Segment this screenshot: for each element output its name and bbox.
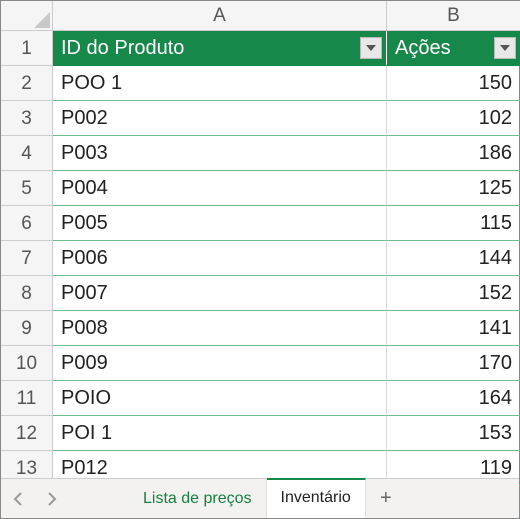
cell-id[interactable]: P002 [53,101,387,136]
cell-id[interactable]: P005 [53,206,387,241]
tab-nav-next[interactable] [35,479,69,518]
column-header-A[interactable]: A [53,1,387,31]
cell-val[interactable]: 152 [387,276,520,311]
tab-spacer [69,479,129,518]
filter-button-id[interactable] [360,37,382,59]
row-header[interactable]: 1 [1,31,53,66]
cell-id[interactable]: P009 [53,346,387,381]
cell-id[interactable]: P007 [53,276,387,311]
chevron-right-icon [47,492,57,506]
sheet-tab-inventario[interactable]: Inventário [267,478,366,518]
cell-id[interactable]: POIO [53,381,387,416]
row-header[interactable]: 12 [1,416,53,451]
cell-val[interactable]: 186 [387,136,520,171]
chevron-down-icon [366,45,376,51]
row-header[interactable]: 6 [1,206,53,241]
sheet-tab-bar: Lista de preços Inventário + [1,478,519,518]
cell-val[interactable]: 153 [387,416,520,451]
row-header[interactable]: 7 [1,241,53,276]
filter-button-acoes[interactable] [494,37,516,59]
column-header-B[interactable]: B [387,1,520,31]
table-header-acoes[interactable]: Ações [387,31,520,66]
select-all-corner[interactable] [1,1,53,31]
cell-val[interactable]: 125 [387,171,520,206]
cell-id[interactable]: P004 [53,171,387,206]
cell-id[interactable]: P006 [53,241,387,276]
cell-id[interactable]: P008 [53,311,387,346]
row-header[interactable]: 8 [1,276,53,311]
cell-id[interactable]: P003 [53,136,387,171]
cell-val[interactable]: 164 [387,381,520,416]
table-header-id[interactable]: ID do Produto [53,31,387,66]
cell-id[interactable]: POO 1 [53,66,387,101]
cell-val[interactable]: 102 [387,101,520,136]
row-header[interactable]: 5 [1,171,53,206]
row-header[interactable]: 9 [1,311,53,346]
table-header-id-label: ID do Produto [61,37,184,59]
row-header[interactable]: 2 [1,66,53,101]
cell-id[interactable]: POI 1 [53,416,387,451]
chevron-down-icon [500,45,510,51]
cell-val[interactable]: 170 [387,346,520,381]
spreadsheet-grid: A B 1 ID do Produto Ações 2 POO 1 150 3 … [1,1,519,486]
table-header-acoes-label: Ações [395,37,451,59]
cell-val[interactable]: 115 [387,206,520,241]
cell-val[interactable]: 150 [387,66,520,101]
sheet-tab-lista-de-precos[interactable]: Lista de preços [129,479,267,518]
cell-val[interactable]: 144 [387,241,520,276]
add-sheet-button[interactable]: + [366,479,406,518]
tab-nav-prev[interactable] [1,479,35,518]
row-header[interactable]: 10 [1,346,53,381]
row-header[interactable]: 3 [1,101,53,136]
chevron-left-icon [13,492,23,506]
row-header[interactable]: 11 [1,381,53,416]
cell-val[interactable]: 141 [387,311,520,346]
row-header[interactable]: 4 [1,136,53,171]
select-all-triangle-icon [34,12,50,28]
